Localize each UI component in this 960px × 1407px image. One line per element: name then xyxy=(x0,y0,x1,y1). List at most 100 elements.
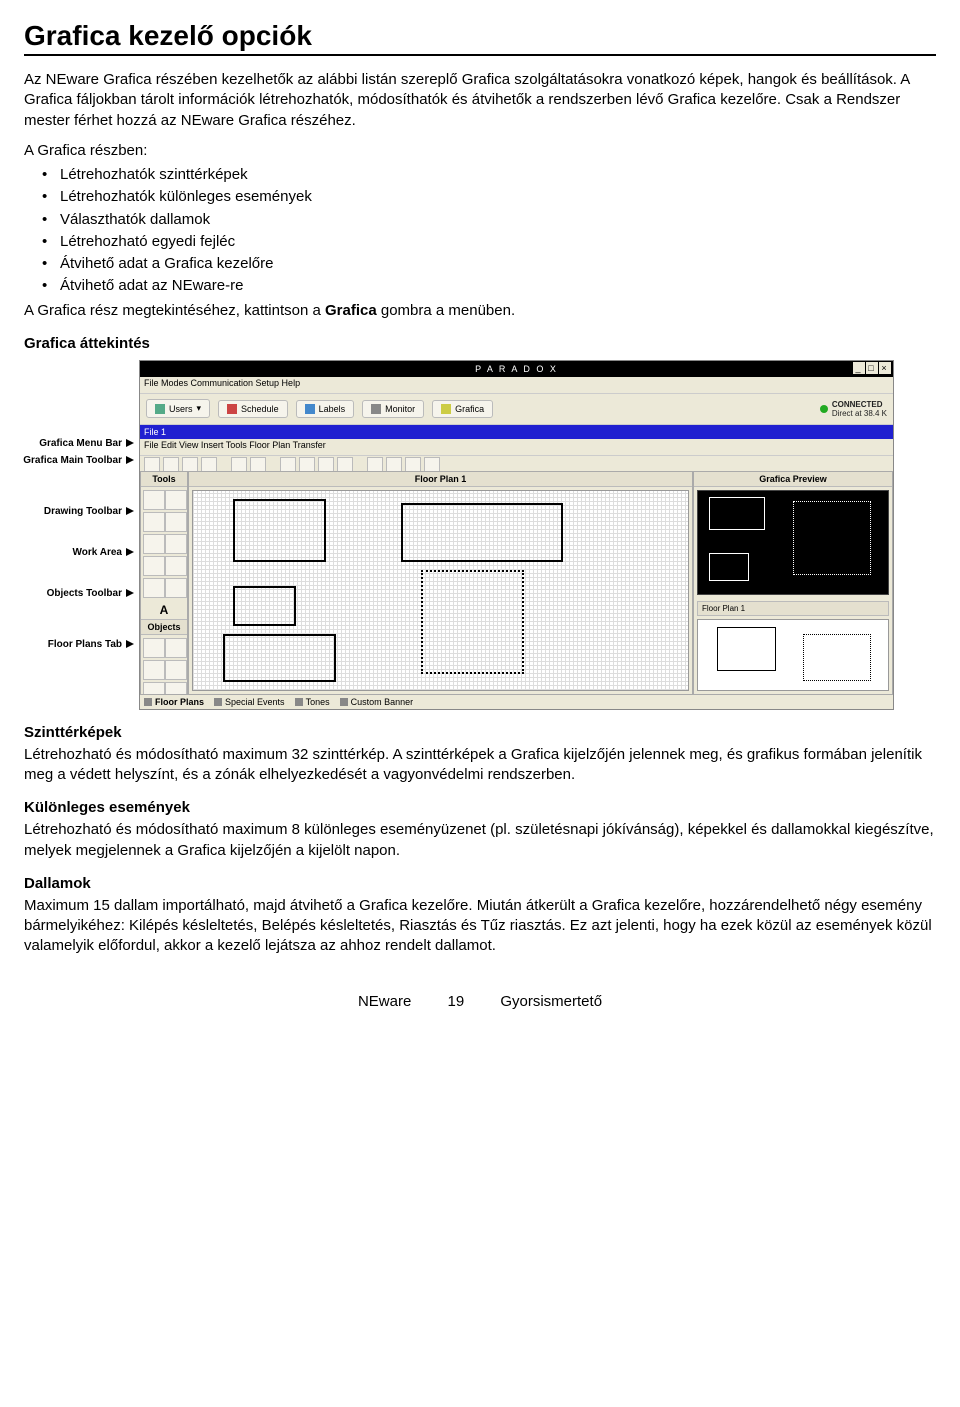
intro-paragraph: Az NEware Grafica részében kezelhetők az… xyxy=(24,70,936,131)
file-tab-bar[interactable]: File 1 xyxy=(140,425,893,439)
status-rate: Direct at 38.4 K xyxy=(832,409,887,418)
objects-title: Objects xyxy=(141,619,187,635)
preview-title: Grafica Preview xyxy=(694,472,892,487)
list-item: Létrehozhatók szinttérképek xyxy=(60,165,936,185)
object-button[interactable] xyxy=(143,638,165,658)
grafica-button[interactable]: Grafica xyxy=(432,400,493,418)
footer-doc: Gyorsismertető xyxy=(500,993,602,1010)
list-item: Létrehozhatók különleges események xyxy=(60,187,936,207)
tools-title: Tools xyxy=(141,472,187,487)
arrow-icon xyxy=(126,589,134,597)
connection-status: CONNECTED Direct at 38.4 K xyxy=(820,400,887,418)
after-list-bold: Grafica xyxy=(325,302,377,319)
label-menu-bar: Grafica Menu Bar xyxy=(39,438,122,449)
label-work-area: Work Area xyxy=(73,547,122,558)
app-screenshot: Grafica Menu Bar Grafica Main Toolbar Dr… xyxy=(24,360,894,710)
tool-button[interactable] xyxy=(143,512,165,532)
users-icon xyxy=(155,404,165,414)
labels-label: Labels xyxy=(319,404,346,414)
arrow-icon xyxy=(126,548,134,556)
tab-label: Tones xyxy=(306,697,330,707)
tool-button[interactable] xyxy=(143,556,165,576)
schedule-icon xyxy=(227,404,237,414)
after-list-pre: A Grafica rész megtekintéséhez, kattints… xyxy=(24,302,325,319)
tab-tones[interactable]: Tones xyxy=(295,697,330,707)
tab-special-events[interactable]: Special Events xyxy=(214,697,285,707)
app-toolbar: Users ▾ Schedule Labels Monitor Grafica C… xyxy=(140,394,893,425)
window-titlebar: P A R A D O X _ □ × xyxy=(140,361,893,377)
labels-button[interactable]: Labels xyxy=(296,400,355,418)
users-button[interactable]: Users ▾ xyxy=(146,399,210,418)
floor-plans-icon xyxy=(144,698,152,706)
list-intro: A Grafica részben: xyxy=(24,141,936,161)
section-kulonleges-title: Különleges események xyxy=(24,799,936,816)
label-floor-plans-tab: Floor Plans Tab xyxy=(48,639,122,650)
label-drawing-toolbar: Drawing Toolbar xyxy=(44,506,122,517)
after-list-paragraph: A Grafica rész megtekintéséhez, kattints… xyxy=(24,301,936,321)
neware-window: P A R A D O X _ □ × File Modes Communica… xyxy=(139,360,894,710)
close-button[interactable]: × xyxy=(879,362,891,374)
after-list-post: gombra a menüben. xyxy=(377,302,515,319)
arrow-icon xyxy=(126,439,134,447)
section-kulonleges-body: Létrehozható és módosítható maximum 8 kü… xyxy=(24,820,936,861)
tab-floor-plans[interactable]: Floor Plans xyxy=(144,697,204,707)
footer-product: NEware xyxy=(358,993,411,1010)
drawing-toolbar xyxy=(141,487,187,601)
list-item: Átvihető adat az NEware-re xyxy=(60,276,936,296)
page-footer: NEware 19 Gyorsismertető xyxy=(24,993,936,1010)
tool-button[interactable] xyxy=(165,490,187,510)
preview-item-label[interactable]: Floor Plan 1 xyxy=(697,601,889,616)
object-button[interactable] xyxy=(165,660,187,680)
feature-list: Létrehozhatók szinttérképek Létrehozható… xyxy=(60,165,936,297)
tab-custom-banner[interactable]: Custom Banner xyxy=(340,697,414,707)
app-menu[interactable]: File Modes Communication Setup Help xyxy=(140,377,893,394)
tool-button[interactable] xyxy=(165,556,187,576)
monitor-label: Monitor xyxy=(385,404,415,414)
maximize-button[interactable]: □ xyxy=(866,362,878,374)
minimize-button[interactable]: _ xyxy=(853,362,865,374)
tools-panel: Tools A Objects xyxy=(140,471,188,695)
floor-plan-canvas[interactable] xyxy=(192,490,689,691)
tool-button[interactable] xyxy=(143,490,165,510)
window-controls: _ □ × xyxy=(853,362,891,374)
preview-canvas-light xyxy=(697,619,889,691)
special-events-icon xyxy=(214,698,222,706)
work-area: Tools A Objects Floor Plan 1 xyxy=(140,471,893,695)
tool-button[interactable] xyxy=(143,534,165,554)
letter-a: A xyxy=(141,601,187,619)
labels-icon xyxy=(305,404,315,414)
tool-button[interactable] xyxy=(165,512,187,532)
tool-button[interactable] xyxy=(143,578,165,598)
grafica-menu-bar[interactable]: File Edit View Insert Tools Floor Plan T… xyxy=(140,439,893,456)
arrow-icon xyxy=(126,640,134,648)
list-item: Átvihető adat a Grafica kezelőre xyxy=(60,254,936,274)
tab-label: Floor Plans xyxy=(155,697,204,707)
list-item: Választhatók dallamok xyxy=(60,210,936,230)
page-title: Grafica kezelő opciók xyxy=(24,20,936,52)
label-main-toolbar: Grafica Main Toolbar xyxy=(23,455,122,466)
monitor-button[interactable]: Monitor xyxy=(362,400,424,418)
brand-text: P A R A D O X xyxy=(475,364,558,374)
monitor-icon xyxy=(371,404,381,414)
tab-label: Special Events xyxy=(225,697,285,707)
chevron-down-icon: ▾ xyxy=(197,403,202,414)
callout-labels: Grafica Menu Bar Grafica Main Toolbar Dr… xyxy=(24,420,134,650)
floor-plan-panel: Floor Plan 1 xyxy=(188,471,693,695)
tool-button[interactable] xyxy=(165,534,187,554)
preview-canvas-dark xyxy=(697,490,889,595)
object-button[interactable] xyxy=(165,638,187,658)
arrow-icon xyxy=(126,456,134,464)
label-objects-toolbar: Objects Toolbar xyxy=(47,588,122,599)
tab-label: Custom Banner xyxy=(351,697,414,707)
schedule-button[interactable]: Schedule xyxy=(218,400,288,418)
status-connected: CONNECTED xyxy=(832,400,887,409)
grafica-preview-panel: Grafica Preview Floor Plan 1 xyxy=(693,471,893,695)
section-szintterkepek-title: Szinttérképek xyxy=(24,724,936,741)
overview-heading: Grafica áttekintés xyxy=(24,335,936,352)
object-button[interactable] xyxy=(143,660,165,680)
users-label: Users xyxy=(169,404,193,414)
arrow-icon xyxy=(126,507,134,515)
list-item: Létrehozható egyedi fejléc xyxy=(60,232,936,252)
bottom-tabs: Floor Plans Special Events Tones Custom … xyxy=(140,694,893,709)
tool-button[interactable] xyxy=(165,578,187,598)
